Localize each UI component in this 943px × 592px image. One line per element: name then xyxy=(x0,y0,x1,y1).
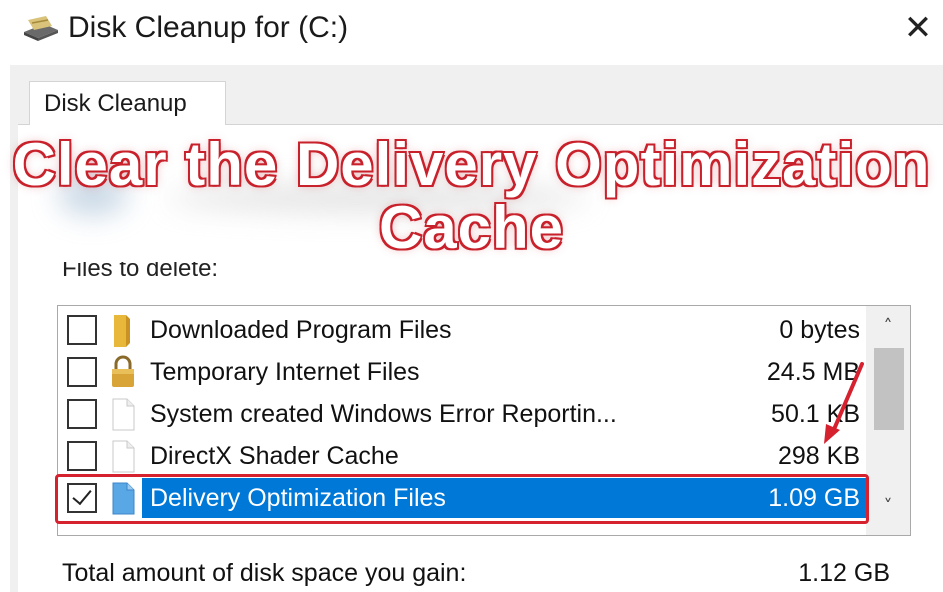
files-to-delete-label: Files to delete: xyxy=(62,262,219,282)
file-name: DirectX Shader Cache xyxy=(150,442,399,470)
document-icon xyxy=(112,440,135,473)
file-checkbox[interactable] xyxy=(67,315,97,345)
overlay-caption-text-2: Cache xyxy=(377,193,565,262)
scroll-up-icon[interactable]: ˄ xyxy=(866,316,910,340)
lock-icon xyxy=(112,355,134,387)
disk-cleanup-icon xyxy=(24,16,58,41)
tab-label: Disk Cleanup xyxy=(44,90,187,117)
folder-icon xyxy=(114,315,130,347)
file-name: Temporary Internet Files xyxy=(150,358,420,386)
file-name: System created Windows Error Reportin... xyxy=(150,400,617,428)
list-item[interactable]: Downloaded Program Files 0 bytes xyxy=(58,309,866,351)
list-item[interactable]: DirectX Shader Cache 298 KB xyxy=(58,435,866,477)
listbox-scrollbar[interactable]: ˄ ˅ xyxy=(866,306,910,535)
scroll-down-icon[interactable]: ˅ xyxy=(866,496,910,520)
file-checkbox[interactable] xyxy=(67,441,97,471)
scroll-thumb[interactable] xyxy=(874,348,904,430)
title-bar: Disk Cleanup for (C:) ✕ xyxy=(0,0,943,60)
list-item[interactable]: Temporary Internet Files 24.5 MB xyxy=(58,351,866,393)
close-button[interactable]: ✕ xyxy=(898,8,938,48)
red-arrow-icon xyxy=(824,362,864,444)
list-item[interactable]: System created Windows Error Reportin...… xyxy=(58,393,866,435)
document-icon xyxy=(112,398,135,431)
total-space-label: Total amount of disk space you gain: xyxy=(62,559,467,587)
overlay-caption-text-1: Clear the Delivery Optimization xyxy=(11,130,931,199)
tab-disk-cleanup[interactable]: Disk Cleanup xyxy=(29,81,226,125)
window-title: Disk Cleanup for (C:) xyxy=(68,11,349,44)
file-checkbox[interactable] xyxy=(67,357,97,387)
total-space-value: 1.12 GB xyxy=(798,559,890,587)
highlight-annotation-box xyxy=(55,474,869,524)
overlay-caption-line-1: Clear the Delivery Optimization xyxy=(0,130,943,199)
file-size: 0 bytes xyxy=(779,316,860,344)
overlay-caption-line-2: Cache xyxy=(0,193,943,262)
file-name: Downloaded Program Files xyxy=(150,316,452,344)
file-checkbox[interactable] xyxy=(67,399,97,429)
